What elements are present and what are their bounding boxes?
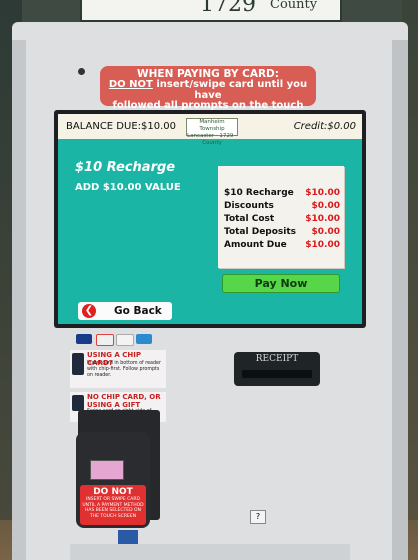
chip-card-text: Insert card in bottom of reader with chi…	[87, 361, 161, 378]
back-arrow-icon: ❮	[82, 304, 96, 318]
product-title: $10 Recharge	[75, 160, 176, 175]
summary-label: Total Deposits	[224, 227, 297, 237]
receipt-slot[interactable]: RECEIPT	[234, 352, 320, 386]
card-brand-logos	[76, 334, 154, 348]
summary-value: $10.00	[305, 188, 340, 198]
summary-row: Total Cost $10.00	[224, 214, 340, 224]
mastercard-icon	[96, 334, 114, 346]
help-button[interactable]: ?	[250, 510, 266, 524]
bolt-icon	[78, 68, 85, 75]
township-logo: Manheim Township Lancaster · 1729 · Coun…	[186, 118, 238, 146]
go-back-button[interactable]: ❮ Go Back	[78, 302, 172, 320]
summary-row: $10 Recharge $10.00	[224, 188, 340, 198]
card-warning-plate: WHEN PAYING BY CARD: DO NOT insert/swipe…	[100, 66, 316, 121]
amex-icon	[136, 334, 152, 344]
sign-county: County	[270, 0, 318, 12]
card-reader-display	[90, 460, 124, 480]
summary-value: $0.00	[311, 201, 340, 211]
kiosk-rim-left	[12, 40, 26, 560]
do-not-text: INSERT OR SWIPE CARD UNTIL A PAYMENT MET…	[82, 497, 144, 519]
summary-value: $0.00	[311, 227, 340, 237]
summary-value: $10.00	[305, 240, 340, 250]
warning-line-2-rest: insert/swipe card until you have	[152, 79, 308, 101]
go-back-label: Go Back	[114, 305, 162, 317]
summary-row: Total Deposits $0.00	[224, 227, 340, 237]
logo-line-1: Manheim Township	[199, 119, 225, 132]
summary-value: $10.00	[305, 214, 340, 224]
kiosk-rim-right	[392, 40, 408, 560]
product-subtitle: ADD $10.00 VALUE	[75, 182, 181, 193]
receipt-opening	[242, 370, 312, 378]
receipt-label: RECEIPT	[255, 354, 299, 364]
logo-line-2: Lancaster · 1729 · County	[187, 133, 237, 146]
pay-now-button[interactable]: Pay Now	[222, 274, 340, 293]
summary-label: Discounts	[224, 201, 274, 211]
summary-row: Amount Due $10.00	[224, 240, 340, 250]
summary-label: Total Cost	[224, 214, 275, 224]
summary-row: Discounts $0.00	[224, 201, 340, 211]
credit-amount: Credit:$0.00	[293, 121, 356, 132]
do-not-insert-sticker: DO NOT INSERT OR SWIPE CARD UNTIL A PAYM…	[80, 485, 146, 525]
sign-year: 1729	[200, 0, 256, 17]
warning-line-1: WHEN PAYING BY CARD:	[137, 68, 279, 80]
swipe-card-icon	[72, 395, 84, 411]
order-summary: $10 Recharge $10.00 Discounts $0.00 Total …	[218, 166, 344, 268]
summary-label: $10 Recharge	[224, 188, 294, 198]
warning-emphasis: DO NOT	[108, 79, 153, 91]
chip-card-icon	[72, 353, 84, 375]
chip-card-sticker: USING A CHIP CARD? Insert card in bottom…	[70, 350, 166, 388]
balance-due: BALANCE DUE:$10.00	[66, 121, 176, 132]
accessibility-sticker-icon	[118, 530, 138, 544]
kiosk-bottom-panel	[70, 544, 350, 560]
discover-icon	[116, 334, 134, 346]
do-not-heading: DO NOT	[93, 487, 133, 497]
warning-line-2: DO NOT insert/swipe card until you have	[100, 79, 316, 101]
touch-screen: BALANCE DUE:$10.00 Manheim Township Lanc…	[58, 114, 362, 324]
visa-icon	[76, 334, 92, 344]
summary-label: Amount Due	[224, 240, 287, 250]
screen-header: BALANCE DUE:$10.00 Manheim Township Lanc…	[58, 114, 362, 146]
top-sign: 1729 County	[80, 0, 342, 22]
